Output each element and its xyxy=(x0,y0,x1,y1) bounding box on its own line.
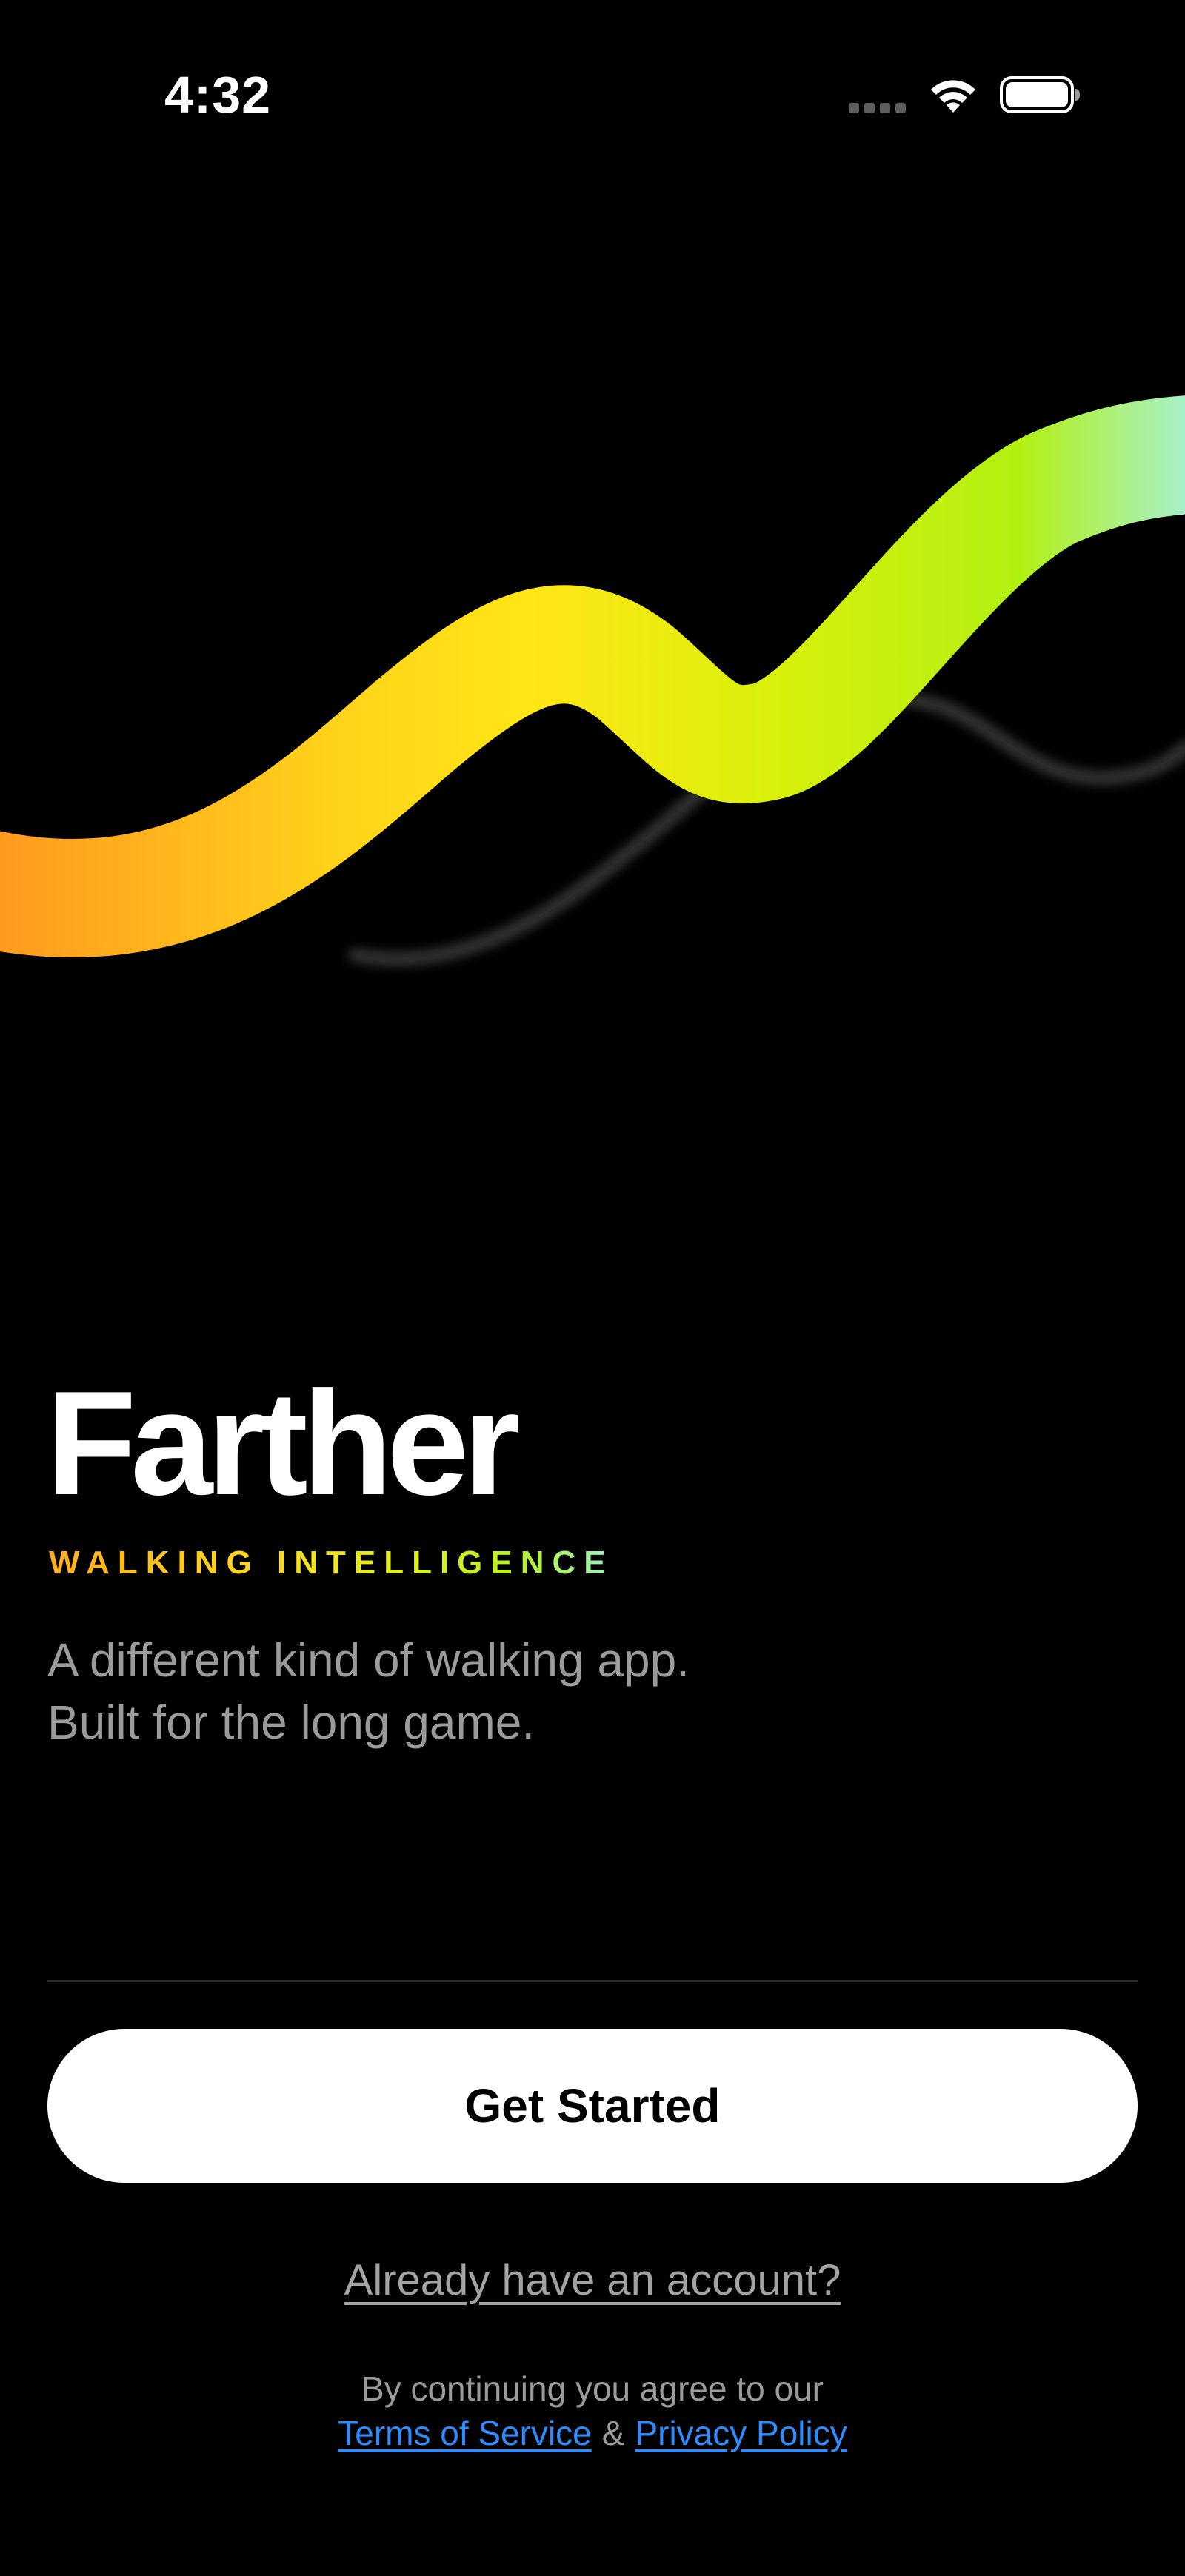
app-tagline: WALKING INTELLIGENCE xyxy=(49,1545,614,1581)
terms-of-service-link[interactable]: Terms of Service xyxy=(338,2414,592,2452)
battery-icon xyxy=(1000,76,1080,113)
description-line: Built for the long game. xyxy=(47,1696,535,1749)
privacy-policy-link[interactable]: Privacy Policy xyxy=(635,2414,847,2452)
signin-link-container: Already have an account? xyxy=(0,2255,1185,2305)
legal-prefix: By continuing you agree to our xyxy=(361,2369,824,2408)
divider xyxy=(47,1980,1138,1982)
cellular-signal-icon xyxy=(849,103,907,115)
legal-notice: By continuing you agree to our Terms of … xyxy=(0,2366,1185,2455)
wifi-icon xyxy=(931,80,975,113)
app-description: A different kind of walking app. Built f… xyxy=(47,1629,936,1753)
status-time: 4:32 xyxy=(164,66,272,124)
hero-wave-graphic xyxy=(0,395,1185,966)
legal-links: Terms of Service & Privacy Policy xyxy=(0,2411,1185,2455)
get-started-button[interactable]: Get Started xyxy=(47,2029,1138,2183)
app-title: Farther xyxy=(46,1361,521,1526)
status-bar: 4:32 xyxy=(0,0,1185,193)
already-have-account-link[interactable]: Already have an account? xyxy=(344,2256,841,2304)
wave-ribbon xyxy=(0,395,1185,958)
description-line: A different kind of walking app. xyxy=(47,1633,690,1687)
legal-ampersand: & xyxy=(601,2414,625,2452)
